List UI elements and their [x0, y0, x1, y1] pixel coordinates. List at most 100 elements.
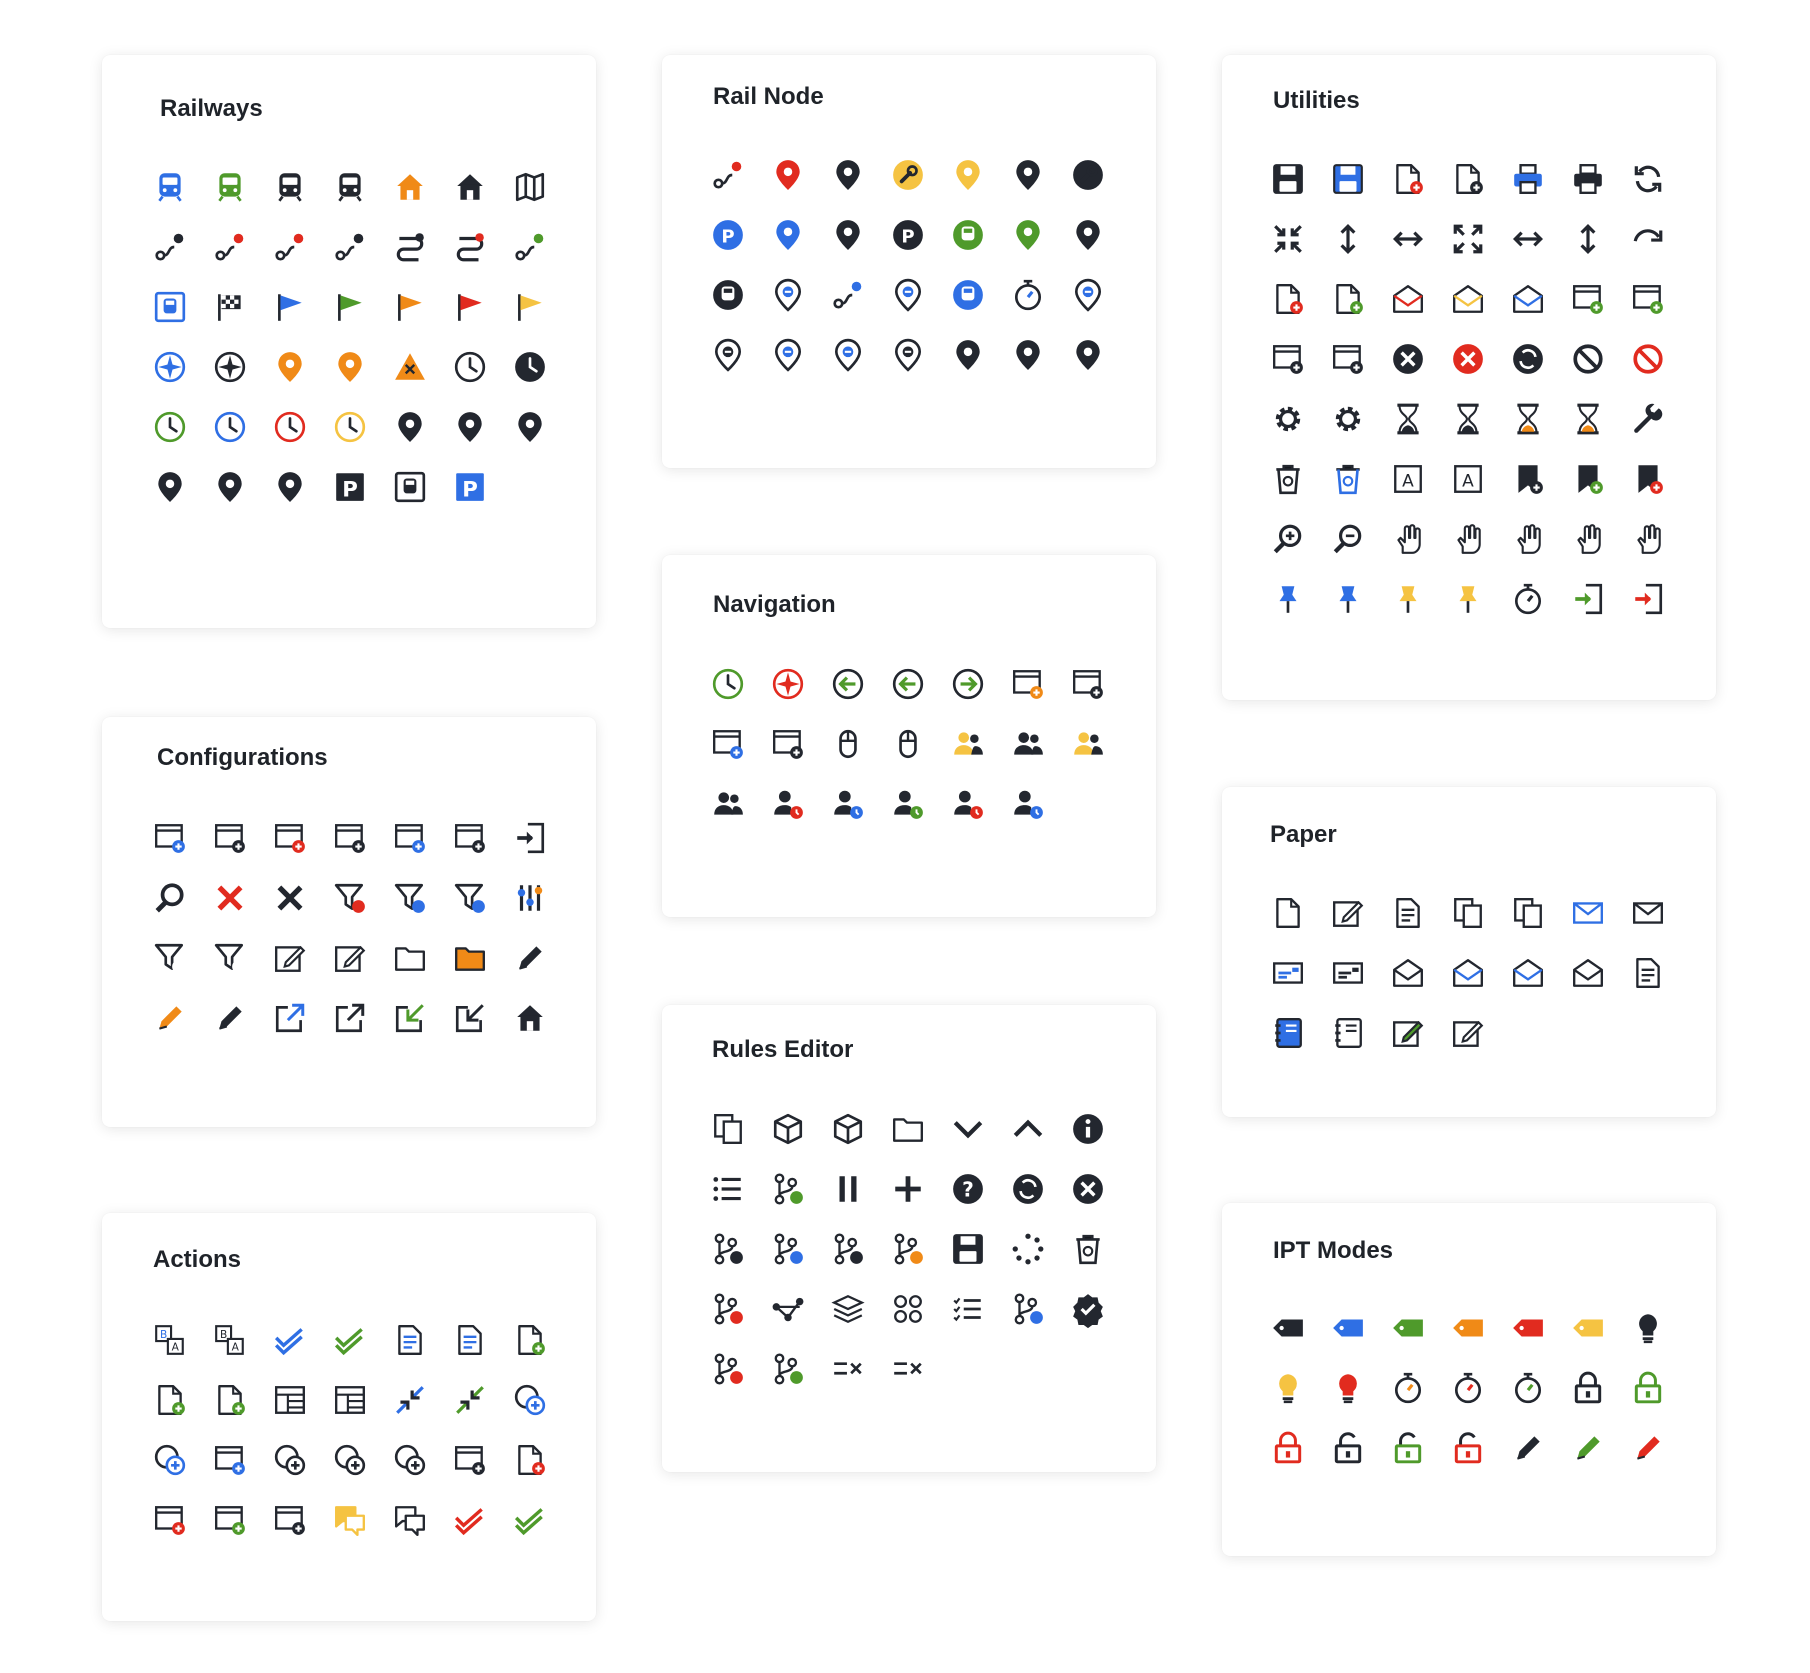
not-equal-icon — [878, 1339, 938, 1399]
railways-icon-grid: PP — [140, 157, 560, 517]
configurations-title: Configurations — [157, 744, 328, 771]
location-wrench-icon — [380, 397, 440, 457]
lightbulb-icon — [1258, 1358, 1318, 1418]
file-transfer-icon — [500, 1430, 560, 1490]
svg-text:B: B — [220, 1328, 227, 1341]
unlock-icon — [1318, 1418, 1378, 1478]
trash-restore-icon — [1258, 449, 1318, 509]
location-transfer-icon — [758, 265, 818, 325]
location-fuel-icon — [200, 457, 260, 517]
railways-panel: Railways PP — [102, 55, 596, 628]
double-check-icon — [320, 1310, 380, 1370]
redo-icon — [1618, 209, 1678, 269]
users-icon — [998, 714, 1058, 774]
mail-clock-icon — [1438, 269, 1498, 329]
close-icon — [200, 868, 260, 928]
table-icon — [320, 1370, 380, 1430]
pen-cancel-icon — [500, 928, 560, 988]
user-forward-icon — [998, 774, 1058, 834]
location-transfer-icon — [818, 325, 878, 385]
route-transfer-icon — [818, 265, 878, 325]
location-transfer-icon — [758, 325, 818, 385]
cubes-icon — [818, 1099, 878, 1159]
branch-refresh-icon — [818, 1219, 878, 1279]
location-transfer-icon — [1058, 265, 1118, 325]
unlock-icon — [1378, 1418, 1438, 1478]
grab-hand-icon — [1558, 509, 1618, 569]
actions-panel: Actions BABA — [102, 1213, 596, 1621]
document-add-icon — [500, 1310, 560, 1370]
folder-move-icon — [380, 928, 440, 988]
zoom-out-icon — [1318, 509, 1378, 569]
parking-circle-icon: P — [698, 205, 758, 265]
connect-icon — [758, 1279, 818, 1339]
window-refresh-icon — [1558, 269, 1618, 329]
map-icon — [500, 157, 560, 217]
export-icon — [500, 808, 560, 868]
double-check-icon — [440, 1490, 500, 1550]
pause-icon — [818, 1159, 878, 1219]
apps-icon — [878, 1279, 938, 1339]
plus-icon — [878, 1159, 938, 1219]
svg-text:A: A — [1402, 471, 1414, 491]
import-icon — [440, 988, 500, 1048]
train-pin-icon — [998, 205, 1058, 265]
location-settings-icon — [260, 337, 320, 397]
clock-filled-icon — [500, 337, 560, 397]
add-circle-icon — [380, 1430, 440, 1490]
railways-title: Railways — [160, 95, 263, 122]
station-house-icon — [440, 157, 500, 217]
pointer-hand-icon — [1438, 509, 1498, 569]
text-field-icon: A — [1438, 449, 1498, 509]
window-play-icon — [758, 714, 818, 774]
edit-note-icon — [1438, 1003, 1498, 1063]
wrench-circle-icon — [878, 145, 938, 205]
train-frame-icon — [140, 277, 200, 337]
hourglass-icon — [1498, 389, 1558, 449]
timer-transfer-icon — [998, 265, 1058, 325]
location-clock-icon — [320, 337, 380, 397]
bookmark-icon — [1498, 449, 1558, 509]
tag-icon — [1498, 1298, 1558, 1358]
compass-icon — [140, 337, 200, 397]
train-frame-icon — [380, 457, 440, 517]
pencil-icon — [200, 988, 260, 1048]
id-card-icon — [1258, 943, 1318, 1003]
page-icon — [1258, 883, 1318, 943]
branch-cancel-icon — [698, 1279, 758, 1339]
close-icon — [260, 868, 320, 928]
open-hand-icon — [1618, 509, 1678, 569]
lock-icon — [1558, 1358, 1618, 1418]
users-icon — [1058, 714, 1118, 774]
svg-text:B: B — [160, 1328, 167, 1341]
clock-icon — [440, 337, 500, 397]
navigation-panel: Navigation — [662, 555, 1156, 917]
zoom-in-icon — [1258, 509, 1318, 569]
clock-icon — [320, 397, 380, 457]
location-restaurant-icon — [140, 457, 200, 517]
parking-pin-icon — [758, 205, 818, 265]
pencil-icon — [140, 988, 200, 1048]
layers-icon — [818, 1279, 878, 1339]
branch-icon — [698, 1219, 758, 1279]
svg-text:P: P — [901, 226, 914, 247]
flag-icon — [260, 277, 320, 337]
location-transfer-icon — [878, 325, 938, 385]
id-card-icon — [1318, 943, 1378, 1003]
print-icon — [1558, 149, 1618, 209]
pin-icon — [1258, 569, 1318, 629]
blocked-icon — [1558, 329, 1618, 389]
ipt-modes-icon-grid — [1258, 1298, 1678, 1478]
clock-icon — [140, 397, 200, 457]
track-works-icon — [380, 337, 440, 397]
parking-icon: P — [440, 457, 500, 517]
copy-icon — [1438, 883, 1498, 943]
window-add-icon — [440, 1430, 500, 1490]
copy-icon — [1498, 883, 1558, 943]
swap-ab-icon: BA — [200, 1310, 260, 1370]
shrink-icon — [380, 1370, 440, 1430]
wrench-circle-icon — [1058, 145, 1118, 205]
trash-restore-icon — [1318, 449, 1378, 509]
notebook-icon — [1258, 1003, 1318, 1063]
lightbulb-icon — [1318, 1358, 1378, 1418]
